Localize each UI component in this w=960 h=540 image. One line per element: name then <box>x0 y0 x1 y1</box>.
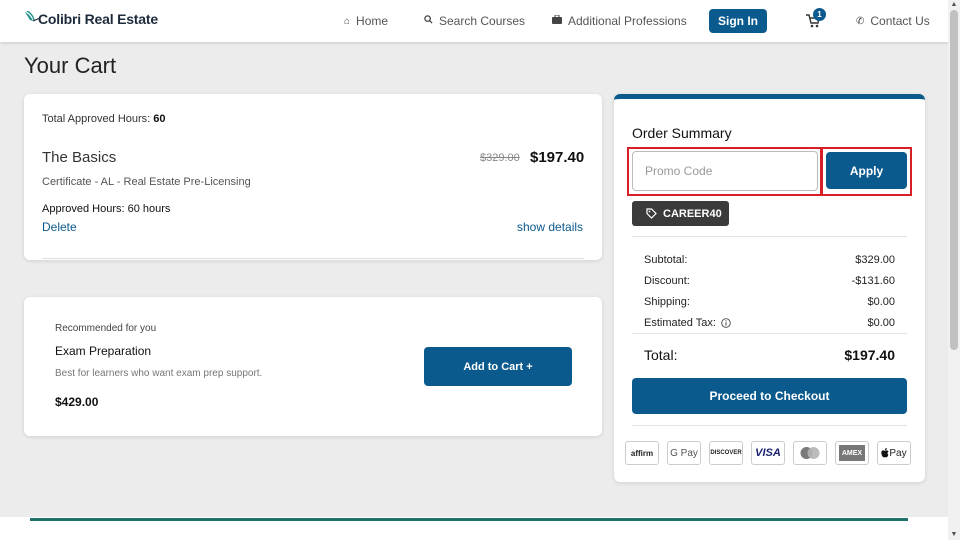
shipping-label: Shipping: <box>644 296 690 308</box>
nav-home-label: Home <box>356 14 389 28</box>
recommended-price: $429.00 <box>55 395 99 409</box>
page-title: Your Cart <box>24 53 117 78</box>
estimated-tax-row: Estimated Tax: <box>644 317 731 329</box>
nav-contact-label: Contact Us <box>870 14 930 28</box>
page-scrollbar[interactable]: ▲ ▼ <box>948 0 960 540</box>
approved-hours: Approved Hours: 60 hours <box>42 203 171 215</box>
subtotal-value: $329.00 <box>855 254 895 266</box>
amex-label: AMEX <box>839 445 865 461</box>
total-hours-label: Total Approved Hours: <box>42 113 151 125</box>
apple-pay-label: Pay <box>889 447 907 459</box>
site-header: Colibri Real Estate ⌂ Home Search Course… <box>0 0 948 42</box>
divider <box>42 258 584 259</box>
total-value: $197.40 <box>844 347 895 363</box>
original-price: $329.00 <box>480 152 520 164</box>
delete-link[interactable]: Delete <box>42 220 77 234</box>
scroll-thumb[interactable] <box>950 10 958 350</box>
nav-search-label: Search Courses <box>439 14 526 28</box>
divider <box>632 236 907 237</box>
apply-button[interactable]: Apply <box>826 152 907 189</box>
order-summary-card: Order Summary Apply CAREER40 Subtotal: $… <box>614 94 925 482</box>
divider <box>632 425 907 426</box>
briefcase-icon <box>552 14 562 27</box>
brand-logo[interactable]: Colibri Real Estate <box>24 10 158 27</box>
estimated-tax-label: Estimated Tax: <box>644 317 716 329</box>
item-price: $197.40 <box>530 149 585 166</box>
show-details-link[interactable]: show details <box>517 220 583 234</box>
applied-coupon-tag[interactable]: CAREER40 <box>632 201 729 226</box>
home-icon: ⌂ <box>344 15 351 27</box>
hummingbird-icon <box>24 10 42 27</box>
cart-count-badge: 1 <box>813 8 826 21</box>
info-icon[interactable] <box>721 318 731 328</box>
tag-icon <box>646 208 657 219</box>
mastercard-logo <box>793 441 827 465</box>
estimated-tax-value: $0.00 <box>867 317 895 329</box>
nav-additional-professions[interactable]: Additional Professions <box>552 0 687 42</box>
promo-code-input[interactable] <box>632 151 818 191</box>
shipping-value: $0.00 <box>867 296 895 308</box>
recommended-title: Exam Preparation <box>55 344 152 358</box>
divider <box>632 333 907 334</box>
amex-logo: AMEX <box>835 441 869 465</box>
payment-methods: affirm G Pay DISCOVER VISA AMEX Pay <box>625 441 911 465</box>
total-label: Total: <box>644 347 678 363</box>
discount-label: Discount: <box>644 275 690 287</box>
discover-logo: DISCOVER <box>709 441 743 465</box>
coupon-code: CAREER40 <box>663 207 722 220</box>
nav-home[interactable]: ⌂ Home <box>344 0 388 42</box>
google-pay-logo: G Pay <box>667 441 701 465</box>
recommended-description: Best for learners who want exam prep sup… <box>55 368 263 379</box>
footer-accent-line <box>30 518 908 521</box>
apple-icon <box>881 448 889 458</box>
affirm-logo: affirm <box>625 441 659 465</box>
cart-item-card: Total Approved Hours: 60 The Basics $329… <box>24 94 602 260</box>
nav-contact-us[interactable]: ✆ Contact Us <box>856 0 930 42</box>
recommended-heading: Recommended for you <box>55 323 157 334</box>
order-summary-title: Order Summary <box>632 125 732 141</box>
brand-name: Colibri Real Estate <box>38 11 158 27</box>
apple-pay-logo: Pay <box>877 441 911 465</box>
nav-professions-label: Additional Professions <box>568 14 687 28</box>
sign-in-button[interactable]: Sign In <box>709 9 767 33</box>
add-to-cart-button[interactable]: Add to Cart + <box>424 347 572 386</box>
phone-icon: ✆ <box>856 15 865 27</box>
proceed-to-checkout-button[interactable]: Proceed to Checkout <box>632 378 907 414</box>
total-approved-hours: Total Approved Hours: 60 <box>42 113 166 125</box>
discount-value: -$131.60 <box>851 275 895 287</box>
total-hours-value: 60 <box>153 113 166 125</box>
visa-logo: VISA <box>751 441 785 465</box>
certificate-info: Certificate - AL - Real Estate Pre-Licen… <box>42 176 251 188</box>
search-icon <box>424 15 433 27</box>
nav-search-courses[interactable]: Search Courses <box>424 0 525 42</box>
scroll-down-arrow-icon[interactable]: ▼ <box>950 531 958 539</box>
recommended-card: Recommended for you Exam Preparation Bes… <box>24 297 602 436</box>
subtotal-label: Subtotal: <box>644 254 688 266</box>
course-name: The Basics <box>42 149 117 166</box>
scroll-up-arrow-icon[interactable]: ▲ <box>950 1 958 9</box>
